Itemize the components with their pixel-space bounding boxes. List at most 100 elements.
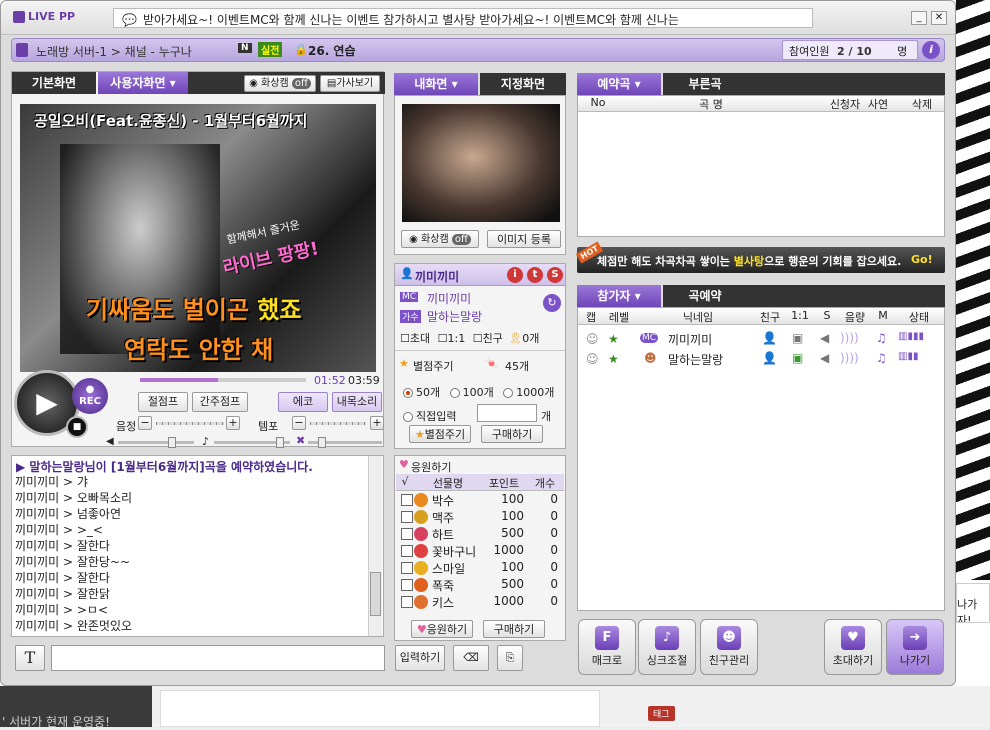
copy-button[interactable]: ⎘ bbox=[497, 645, 523, 671]
font-style-button[interactable]: T bbox=[15, 645, 45, 671]
macro-button[interactable]: F 매크로 bbox=[578, 619, 636, 675]
speaker-icon[interactable]: ◀ bbox=[820, 351, 829, 365]
gift-checkbox[interactable] bbox=[401, 494, 413, 506]
add-friend-icon[interactable]: 👤 bbox=[762, 331, 777, 345]
send-chat-button[interactable]: 입력하기 bbox=[395, 645, 445, 671]
radio-50[interactable] bbox=[403, 388, 413, 398]
interlude-jump-button[interactable]: 간주점프 bbox=[192, 392, 248, 412]
tab-reserved-songs[interactable]: 예약곡 ▾ bbox=[577, 73, 661, 95]
mic-icon[interactable]: ♫ bbox=[876, 331, 887, 345]
sync-button[interactable]: ♪ 싱크조절 bbox=[638, 619, 696, 675]
buy-star-button[interactable]: 구매하기 bbox=[481, 425, 543, 443]
gift-checkbox[interactable] bbox=[401, 528, 413, 540]
radio-1000[interactable] bbox=[503, 388, 514, 398]
invite-button[interactable]: ♥ 초대하기 bbox=[824, 619, 882, 675]
mic-icon[interactable]: ♫ bbox=[876, 351, 887, 365]
lyrics-button[interactable]: ▤가사보기 bbox=[320, 75, 380, 92]
star-amount-input[interactable] bbox=[477, 404, 537, 422]
cheer-button-label: 응원하기 bbox=[426, 623, 468, 636]
ticker-text: 받아가세요~! 이벤트MC와 함께 신나는 이벤트 참가하시고 별사탕 받아가세… bbox=[142, 13, 679, 27]
cheer-button[interactable]: ♥응원하기 bbox=[411, 620, 473, 638]
lyric-line-1: 기싸움도 벌이곤 했죠 bbox=[86, 290, 301, 325]
buy-gift-button[interactable]: 구매하기 bbox=[483, 620, 545, 638]
tab-sung-songs[interactable]: 부른곡 bbox=[663, 73, 747, 95]
tab-fixed-screen[interactable]: 지정화면 bbox=[480, 73, 566, 95]
level-icon: ★ bbox=[608, 352, 619, 366]
gift-checkbox[interactable] bbox=[401, 511, 413, 523]
event-banner[interactable]: HOT 체점만 해도 차곡차곡 쌓이는 별사탕으로 행운의 기회를 잡으세요. … bbox=[575, 241, 945, 273]
exit-button[interactable]: ➜ 나가기 bbox=[886, 619, 944, 675]
tempo-minus-button[interactable]: − bbox=[292, 416, 306, 430]
pitch-minus-button[interactable]: − bbox=[138, 416, 152, 430]
mic-volume-thumb[interactable] bbox=[318, 437, 326, 448]
gift-checkbox[interactable] bbox=[401, 579, 413, 591]
song-icon[interactable]: S bbox=[547, 267, 563, 283]
speaker-icon[interactable]: ◀ bbox=[820, 331, 829, 345]
gift-row[interactable]: 꽃바구니 1000 0 bbox=[396, 543, 562, 560]
melody-volume-slider[interactable] bbox=[214, 437, 290, 448]
gift-checkbox[interactable] bbox=[401, 545, 413, 557]
reserved-list-header: No 곡 명 신청자 사연 삭제 bbox=[578, 96, 944, 112]
gift-row[interactable]: 스마일 100 0 bbox=[396, 560, 562, 577]
webcam-toggle[interactable]: ◉ 화상캠 off bbox=[244, 75, 316, 92]
image-register-button[interactable]: 이미지 등록 bbox=[487, 230, 561, 248]
gift-row[interactable]: 박수 100 0 bbox=[396, 492, 562, 509]
participant-row[interactable]: ☺ ★ MC 끼미끼미 👤 ▣ ◀ )))) ♫ ▥▮▮▮ bbox=[578, 330, 944, 350]
gift-row[interactable]: 키스 1000 0 bbox=[396, 594, 562, 611]
verse-jump-button[interactable]: 절점프 bbox=[138, 392, 188, 412]
volume-bars-icon: )))) bbox=[840, 331, 859, 345]
echo-button[interactable]: 에코 bbox=[278, 392, 328, 412]
music-volume-slider[interactable] bbox=[118, 437, 194, 448]
tab-user-view[interactable]: 사용자화면 ▾ bbox=[98, 72, 188, 94]
chat-scrollbar[interactable] bbox=[368, 456, 382, 636]
give-star-button[interactable]: ★별점주기 bbox=[409, 425, 471, 443]
invite-checkbox[interactable]: ☐ bbox=[400, 332, 410, 345]
music-volume-thumb[interactable] bbox=[168, 437, 176, 448]
my-webcam-toggle[interactable]: ◉ 화상캠 off bbox=[401, 230, 479, 248]
gift-row[interactable]: 하트 500 0 bbox=[396, 526, 562, 543]
gift-checkbox[interactable] bbox=[401, 562, 413, 574]
tempo-plus-button[interactable]: + bbox=[370, 416, 384, 430]
background-right-panel: 나가자! bbox=[956, 583, 990, 623]
banner-text: 체점만 해도 차곡차곡 쌓이는 별사탕으로 행운의 기회를 잡으세요. bbox=[597, 253, 901, 269]
tab-song-reserve[interactable]: 곡예약 bbox=[663, 285, 747, 307]
pitch-plus-button[interactable]: + bbox=[226, 416, 240, 430]
info-icon[interactable]: i bbox=[507, 267, 523, 283]
star-title: 별점주기 bbox=[413, 360, 454, 373]
tab-my-screen-label: 내화면 bbox=[414, 77, 448, 91]
radio-direct[interactable] bbox=[403, 412, 413, 422]
radio-100[interactable] bbox=[449, 388, 460, 398]
participant-row[interactable]: ☺ ★ ☻ 말하는말랑 👤 ▣ ◀ )))) ♫ ▥▮▮ bbox=[578, 350, 944, 370]
add-friend-icon[interactable]: 👤 bbox=[762, 351, 777, 365]
tab-my-screen[interactable]: 내화면 ▾ bbox=[394, 73, 478, 95]
timer-icon[interactable]: t bbox=[527, 267, 543, 283]
gift-row[interactable]: 맥주 100 0 bbox=[396, 509, 562, 526]
refresh-icon[interactable]: ↻ bbox=[543, 294, 561, 312]
eraser-button[interactable]: ⌫ bbox=[453, 645, 489, 671]
tab-basic-view[interactable]: 기본화면 bbox=[12, 72, 96, 94]
notice-ticker[interactable]: 💬 받아가세요~! 이벤트MC와 함께 신나는 이벤트 참가하시고 별사탕 받아가… bbox=[113, 8, 813, 28]
info-button[interactable]: i bbox=[922, 41, 940, 59]
chat-icon[interactable]: ▣ bbox=[792, 351, 803, 365]
progress-bar[interactable] bbox=[140, 378, 306, 382]
record-button[interactable]: ● REC bbox=[72, 378, 108, 414]
banner-go-button[interactable]: Go! bbox=[911, 253, 933, 266]
background-tag-badge[interactable]: 태그 bbox=[648, 706, 675, 721]
stop-button[interactable]: ■ bbox=[66, 416, 88, 438]
gift-row[interactable]: 폭죽 500 0 bbox=[396, 577, 562, 594]
close-button[interactable]: ✕ bbox=[931, 11, 947, 25]
gift-checkbox[interactable] bbox=[401, 596, 413, 608]
my-voice-button[interactable]: 내목소리 bbox=[332, 392, 382, 412]
one-on-one-checkbox[interactable]: ☐ bbox=[438, 332, 448, 345]
tab-participants[interactable]: 참가자 ▾ bbox=[577, 285, 661, 307]
melody-volume-thumb[interactable] bbox=[276, 437, 284, 448]
chat-scroll-thumb[interactable] bbox=[370, 572, 381, 616]
time-current: 01:52 bbox=[314, 374, 346, 387]
chat-input[interactable] bbox=[51, 645, 385, 671]
chat-icon[interactable]: ▣ bbox=[792, 331, 803, 345]
friend-checkbox[interactable]: ☐ bbox=[473, 332, 483, 345]
friends-button[interactable]: ☻ 친구관리 bbox=[700, 619, 758, 675]
minimize-button[interactable]: _ bbox=[911, 11, 927, 25]
mic-volume-slider[interactable] bbox=[308, 437, 382, 448]
my-webcam-label: 화상캠 bbox=[421, 234, 449, 245]
